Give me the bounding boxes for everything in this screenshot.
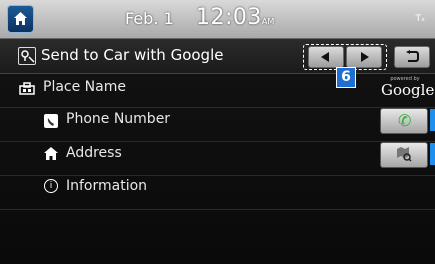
info-circle-icon: i	[44, 179, 58, 193]
information-label: Information	[66, 178, 148, 194]
phone-book-icon	[44, 114, 58, 128]
phone-number-label: Phone Number	[66, 111, 171, 127]
call-scroll-indicator	[430, 109, 435, 131]
google-logo: powered by Google	[381, 76, 435, 102]
map-scroll-indicator	[430, 143, 435, 165]
back-arrow-icon	[406, 50, 419, 62]
triangle-right-icon	[361, 52, 369, 62]
triangle-left-icon	[321, 52, 329, 62]
call-button[interactable]: ✆	[380, 108, 428, 134]
home-button[interactable]	[7, 5, 34, 33]
previous-button[interactable]	[308, 46, 344, 68]
map-search-button[interactable]	[380, 142, 428, 168]
time-display: 12:03AM	[196, 5, 274, 30]
signal-icon: Tₓ	[415, 14, 426, 24]
address-label: Address	[66, 145, 122, 161]
date-display: Feb. 1	[125, 9, 174, 28]
time-value: 12:03	[196, 5, 262, 30]
map-search-icon	[397, 147, 412, 162]
back-button[interactable]	[394, 46, 430, 68]
home-icon	[14, 12, 27, 25]
page-title: Send to Car with Google	[41, 46, 224, 64]
navigation-screen: Feb. 1 12:03AM Tₓ Send to Car with Googl…	[0, 0, 435, 264]
place-name-label: Place Name	[43, 79, 126, 95]
address-home-icon	[44, 147, 58, 160]
send-to-car-icon	[18, 47, 36, 65]
next-button[interactable]	[346, 46, 382, 68]
google-brand-label: Google	[381, 81, 435, 99]
ampm-label: AM	[261, 17, 275, 26]
place-icon	[19, 82, 35, 95]
phone-handset-icon: ✆	[398, 111, 412, 130]
